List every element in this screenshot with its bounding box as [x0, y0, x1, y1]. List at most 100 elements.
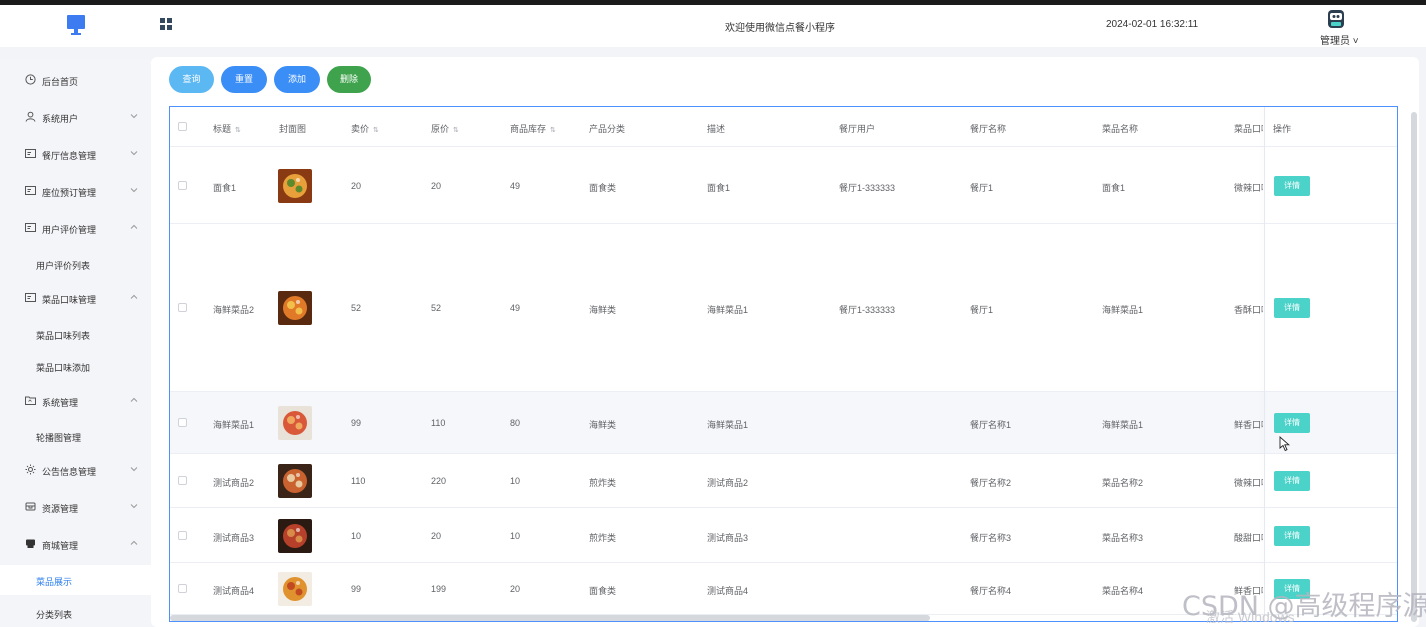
detail-button[interactable]: 详情 — [1274, 471, 1310, 491]
cell-stock: 20 — [510, 584, 521, 594]
cell-cat: 海鲜类 — [589, 305, 617, 315]
monitor-icon[interactable] — [66, 14, 86, 36]
dish-thumbnail[interactable] — [278, 572, 312, 606]
detail-button[interactable]: 详情 — [1274, 526, 1310, 546]
cell-dish: 菜品名称4 — [1102, 586, 1144, 596]
detail-button[interactable]: 详情 — [1274, 176, 1310, 196]
table-row[interactable]: 海鲜菜品1 99 110 80 海鲜类 海鲜菜品1 餐厅名称1 海鲜菜品1 鲜香口味 详情 — [170, 392, 1397, 454]
cell-dish: 菜品名称3 — [1102, 533, 1144, 543]
sort-icon[interactable]: ⇅ — [373, 126, 379, 134]
dish-thumbnail[interactable] — [278, 291, 312, 325]
sidebar-item-label: 轮播图管理 — [36, 433, 82, 443]
chevron-up-icon — [130, 397, 138, 402]
sidebar-item-taste[interactable]: 菜品口味管理 — [0, 283, 151, 313]
row-checkbox[interactable] — [178, 531, 187, 540]
sidebar-item-label: 菜品口味添加 — [36, 363, 91, 373]
mouse-cursor-icon — [1279, 436, 1290, 452]
chevron-up-icon — [130, 224, 138, 229]
row-checkbox[interactable] — [178, 476, 187, 485]
cell-taste: 鲜香口味 — [1234, 420, 1263, 430]
row-checkbox[interactable] — [178, 584, 187, 593]
add-button[interactable]: 添加 — [274, 66, 320, 93]
avatar-icon[interactable] — [1326, 9, 1346, 29]
sidebar-item-label: 分类列表 — [36, 610, 73, 620]
cell-sell: 10 — [351, 531, 362, 541]
shop-icon — [26, 539, 35, 548]
dish-thumbnail[interactable] — [278, 464, 312, 498]
cell-desc: 海鲜菜品1 — [707, 305, 749, 315]
cell-orig: 199 — [431, 584, 447, 594]
column-header-sell-price[interactable]: 卖价 ⇅ — [351, 122, 379, 135]
chevron-up-icon — [130, 294, 138, 299]
watermark-windows: 激活 Windows — [1206, 609, 1295, 625]
table-row[interactable]: 测试商品3 10 20 10 煎炸类 测试商品3 餐厅名称3 菜品名称3 酸甜口味 详情 — [170, 508, 1397, 563]
sidebar-item-label: 公告信息管理 — [42, 467, 97, 477]
cell-title: 海鲜菜品2 — [213, 305, 255, 315]
sidebar-item-label: 座位预订管理 — [42, 188, 97, 198]
delete-button[interactable]: 删除 — [327, 66, 371, 93]
detail-button[interactable]: 详情 — [1274, 298, 1310, 318]
grid-icon[interactable] — [160, 18, 172, 30]
cell-rname: 餐厅名称4 — [970, 586, 1012, 596]
sort-icon[interactable]: ⇅ — [235, 126, 241, 134]
dish-thumbnail[interactable] — [278, 169, 312, 203]
horizontal-scrollbar[interactable] — [170, 615, 930, 621]
detail-button[interactable]: 详情 — [1274, 413, 1310, 433]
sidebar-subitem-review-list[interactable]: 用户评价列表 — [0, 249, 151, 279]
sidebar-item-label: 系统用户 — [42, 114, 79, 124]
row-checkbox[interactable] — [178, 418, 187, 427]
table-row[interactable]: 测试商品2 110 220 10 煎炸类 测试商品2 餐厅名称2 菜品名称2 微辣口味 详情 — [170, 454, 1397, 508]
column-header-title[interactable]: 标题 ⇅ — [213, 122, 241, 135]
clock-icon — [25, 74, 36, 85]
reset-button[interactable]: 重置 — [221, 66, 267, 93]
sort-icon[interactable]: ⇅ — [550, 126, 556, 134]
query-button[interactable]: 查询 — [169, 66, 214, 93]
cell-sell: 110 — [351, 476, 366, 486]
user-name: 管理员 — [1320, 36, 1350, 47]
cell-sell: 99 — [351, 418, 362, 428]
sidebar-subitem-dish-display[interactable]: 菜品展示 — [0, 565, 151, 595]
user-menu[interactable]: 管理员 ˅ — [1320, 32, 1359, 47]
dish-thumbnail[interactable] — [278, 406, 312, 440]
sidebar-item-seat-booking[interactable]: 座位预订管理 — [0, 176, 151, 206]
column-header-stock[interactable]: 商品库存 ⇅ — [510, 122, 556, 135]
sidebar-subitem-taste-add[interactable]: 菜品口味添加 — [0, 351, 151, 381]
cell-sell: 20 — [351, 181, 362, 191]
cell-rname: 餐厅1 — [970, 305, 994, 315]
cell-cat: 面食类 — [589, 586, 617, 596]
table-row[interactable]: 海鲜菜品2 52 52 49 海鲜类 海鲜菜品1 餐厅1-333333 餐厅1 海鲜菜品1 香酥口… — [170, 224, 1397, 392]
sidebar-item-home[interactable]: 后台首页 — [0, 65, 151, 95]
table-row[interactable]: 面食1 20 20 49 面食类 面食1 餐厅1-333333 餐厅1 面食1 微辣口味 详情 — [170, 147, 1397, 224]
row-checkbox[interactable] — [178, 181, 187, 190]
cell-title: 测试商品3 — [213, 533, 255, 543]
cell-rname: 餐厅1 — [970, 183, 994, 193]
sidebar-item-shop[interactable]: 商城管理 — [0, 529, 151, 559]
cell-orig: 220 — [431, 476, 447, 486]
sidebar-item-system-users[interactable]: 系统用户 — [0, 102, 151, 132]
dish-thumbnail[interactable] — [278, 519, 312, 553]
sidebar-subitem-taste-list[interactable]: 菜品口味列表 — [0, 319, 151, 349]
sidebar-subitem-category-list[interactable]: 分类列表 — [0, 598, 151, 627]
chevron-down-icon — [130, 504, 138, 509]
cell-dish: 海鲜菜品1 — [1102, 305, 1144, 315]
cell-desc: 测试商品4 — [707, 586, 749, 596]
sidebar-subitem-carousel[interactable]: 轮播图管理 — [0, 421, 151, 451]
column-header-orig-price[interactable]: 原价 ⇅ — [431, 122, 459, 135]
column-header-category: 产品分类 — [589, 124, 626, 134]
app-title: 欢迎使用微信点餐小程序 — [725, 23, 835, 34]
vertical-scrollbar[interactable] — [1411, 112, 1417, 622]
sidebar-item-resource[interactable]: 资源管理 — [0, 492, 151, 522]
column-header-restaurant-name: 餐厅名称 — [970, 124, 1007, 134]
row-checkbox[interactable] — [178, 303, 187, 312]
sidebar-item-restaurant[interactable]: 餐厅信息管理 — [0, 139, 151, 169]
sidebar-item-system[interactable]: 系统管理 — [0, 386, 151, 416]
select-all-checkbox[interactable] — [178, 122, 187, 131]
sidebar-item-user-reviews[interactable]: 用户评价管理 — [0, 213, 151, 243]
sidebar-item-notice[interactable]: 公告信息管理 — [0, 455, 151, 485]
chevron-down-icon — [130, 467, 138, 472]
sort-icon[interactable]: ⇅ — [453, 126, 459, 134]
sidebar-item-label: 资源管理 — [42, 504, 79, 514]
column-header-restaurant-user: 餐厅用户 — [839, 124, 876, 134]
folder-icon — [25, 396, 36, 405]
box-icon — [25, 502, 36, 511]
